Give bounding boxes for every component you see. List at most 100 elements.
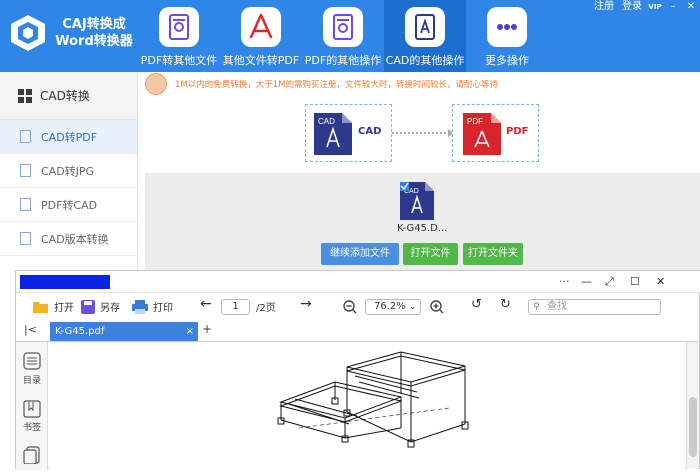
nav-label: PDF转其他文件 xyxy=(140,54,218,67)
app-title-line1: CAJ转换成 xyxy=(62,17,126,32)
prev-page-icon[interactable]: ← xyxy=(200,296,212,312)
zoom-in-icon[interactable] xyxy=(430,300,444,314)
open-file-button[interactable]: 打开文件 xyxy=(403,243,458,265)
fullscreen-icon[interactable]: ⤢ xyxy=(605,275,614,289)
collapse-panel-icon[interactable]: |< xyxy=(24,323,37,336)
app-title-line2: Word转换器 xyxy=(55,34,133,49)
viewer-toolbar: 打开 另存 打印 ← 1 /2页 → 76.2% ⌄ ↺ ↻ ⚲ 查找 xyxy=(16,294,700,320)
print-button[interactable]: 打印 xyxy=(132,299,173,314)
zoom-select[interactable]: 76.2% ⌄ xyxy=(365,299,421,315)
file-icon xyxy=(20,198,31,211)
nav-label: PDF的其他操作 xyxy=(304,54,382,67)
pdf-page-canvas[interactable] xyxy=(49,342,685,469)
sidebar-item-cad-version[interactable]: CAD版本转换 xyxy=(0,222,137,256)
mascot-icon xyxy=(145,73,167,95)
notice-bar: 1M以内的免费转换，大于1M的需购买注册，文件较大时，转换时间较长，请耐心等待 xyxy=(140,72,700,96)
page-total: /2页 xyxy=(256,303,276,314)
thumbnail-icon[interactable] xyxy=(23,446,41,464)
tab-label: K-G45.pdf xyxy=(55,326,105,337)
search-input[interactable]: ⚲ 查找 xyxy=(528,299,661,315)
sidebar-item-label: CAD版本转换 xyxy=(41,232,109,246)
convert-arrow-icon xyxy=(392,129,454,137)
target-format-label: PDF xyxy=(506,126,529,137)
source-format-box: CAD CAD xyxy=(305,104,392,162)
app-header: CAJ转换成 Word转换器 PDF转其他文件 其他文件转PDF PDF的其他操… xyxy=(0,0,700,72)
pdf-convert-icon xyxy=(159,7,199,47)
nav-cad-other-ops[interactable]: CAD的其他操作 xyxy=(384,0,466,72)
save-icon xyxy=(81,299,95,314)
cad-icon xyxy=(405,7,445,47)
chevron-down-icon: ⌄ xyxy=(409,302,416,311)
rotate-right-icon[interactable]: ↻ xyxy=(500,297,511,312)
search-placeholder: 查找 xyxy=(547,301,567,312)
minimize-icon[interactable]: — xyxy=(581,275,592,288)
folder-icon xyxy=(33,301,48,313)
file-icon xyxy=(20,164,31,177)
file-icon xyxy=(20,232,31,245)
cad-file-icon[interactable]: CAD xyxy=(400,182,434,220)
close-icon[interactable]: ✕ xyxy=(656,275,665,288)
more-dots-icon xyxy=(487,7,527,47)
pdf-file-icon: PDF xyxy=(463,113,501,155)
pdf-viewer-window: ··· — ⤢ ☐ ✕ 打开 另存 打印 ← 1 /2页 → 76.2% ⌄ ↺… xyxy=(15,270,700,470)
nav-label: CAD的其他操作 xyxy=(385,54,465,67)
open-button[interactable]: 打开 xyxy=(33,299,74,314)
rotate-left-icon[interactable]: ↺ xyxy=(471,297,482,312)
minimize-icon[interactable]: – xyxy=(664,0,682,14)
save-as-button[interactable]: 另存 xyxy=(81,299,120,314)
page-input[interactable]: 1 xyxy=(221,299,250,315)
new-tab-icon[interactable]: + xyxy=(202,322,212,336)
source-format-label: CAD xyxy=(358,126,382,137)
next-page-icon[interactable]: → xyxy=(300,296,312,312)
target-format-box: PDF PDF xyxy=(452,104,539,162)
zoom-value: 76.2% xyxy=(374,301,406,312)
tab-close-icon[interactable]: × xyxy=(186,322,194,341)
open-folder-button[interactable]: 打开文件夹 xyxy=(463,243,523,265)
top-links: 注册 登录 VIP – ✕ xyxy=(590,0,700,14)
more-icon[interactable]: ··· xyxy=(559,275,570,288)
toc-icon[interactable] xyxy=(23,352,41,370)
login-link[interactable]: 登录 xyxy=(618,0,646,14)
sidebar: CAD转换 CAD转PDF CAD转JPG PDF转CAD CAD版本转换 xyxy=(0,72,138,272)
sidebar-header-label: CAD转换 xyxy=(40,89,90,103)
sidebar-item-label: CAD转PDF xyxy=(41,130,98,144)
app-title: CAJ转换成 Word转换器 xyxy=(54,16,134,50)
print-label: 打印 xyxy=(153,303,173,314)
viewer-title-redacted xyxy=(20,275,110,289)
svg-text:CAD: CAD xyxy=(318,117,335,126)
sidebar-item-cad-to-pdf[interactable]: CAD转PDF xyxy=(0,120,137,154)
bookmark-icon[interactable] xyxy=(23,400,41,418)
save-as-label: 另存 xyxy=(100,303,120,314)
tab-k-g45-pdf[interactable]: K-G45.pdf × xyxy=(50,322,198,341)
sidebar-item-pdf-to-cad[interactable]: PDF转CAD xyxy=(0,188,137,222)
nav-more[interactable]: 更多操作 xyxy=(466,0,548,72)
grid-icon xyxy=(18,88,32,103)
close-icon[interactable]: ✕ xyxy=(682,0,700,14)
cad-drawing-image xyxy=(277,351,469,448)
zoom-out-icon[interactable] xyxy=(343,300,357,314)
vertical-scrollbar[interactable] xyxy=(686,342,699,469)
bookmark-label: 书签 xyxy=(22,423,41,433)
nav-pdf-other-ops[interactable]: PDF的其他操作 xyxy=(302,0,384,72)
nav-label: 更多操作 xyxy=(485,54,529,67)
viewer-left-panel: 目录 书签 xyxy=(16,342,48,470)
open-label: 打开 xyxy=(54,303,74,314)
viewer-tabbar: |< K-G45.pdf × + xyxy=(16,320,700,342)
notice-text: 1M以内的免费转换，大于1M的需购买注册，文件较大时，转换时间较长，请耐心等待 xyxy=(175,80,498,90)
sidebar-item-label: PDF转CAD xyxy=(41,198,98,212)
sidebar-item-cad-to-jpg[interactable]: CAD转JPG xyxy=(0,154,137,188)
vip-icon[interactable]: VIP xyxy=(646,0,664,14)
printer-icon xyxy=(132,299,148,314)
app-logo-icon xyxy=(7,12,49,54)
register-link[interactable]: 注册 xyxy=(590,0,618,14)
continue-add-button[interactable]: 继续添加文件 xyxy=(321,243,399,265)
maximize-icon[interactable]: ☐ xyxy=(630,275,640,288)
search-icon: ⚲ xyxy=(533,302,540,312)
viewer-titlebar: ··· — ⤢ ☐ ✕ xyxy=(16,271,700,293)
nav-pdf-to-other[interactable]: PDF转其他文件 xyxy=(138,0,220,72)
scrollbar-thumb[interactable] xyxy=(689,397,697,457)
sidebar-header: CAD转换 xyxy=(0,72,137,120)
file-icon xyxy=(20,130,31,143)
sidebar-item-label: CAD转JPG xyxy=(41,164,95,178)
nav-other-to-pdf[interactable]: 其他文件转PDF xyxy=(220,0,302,72)
